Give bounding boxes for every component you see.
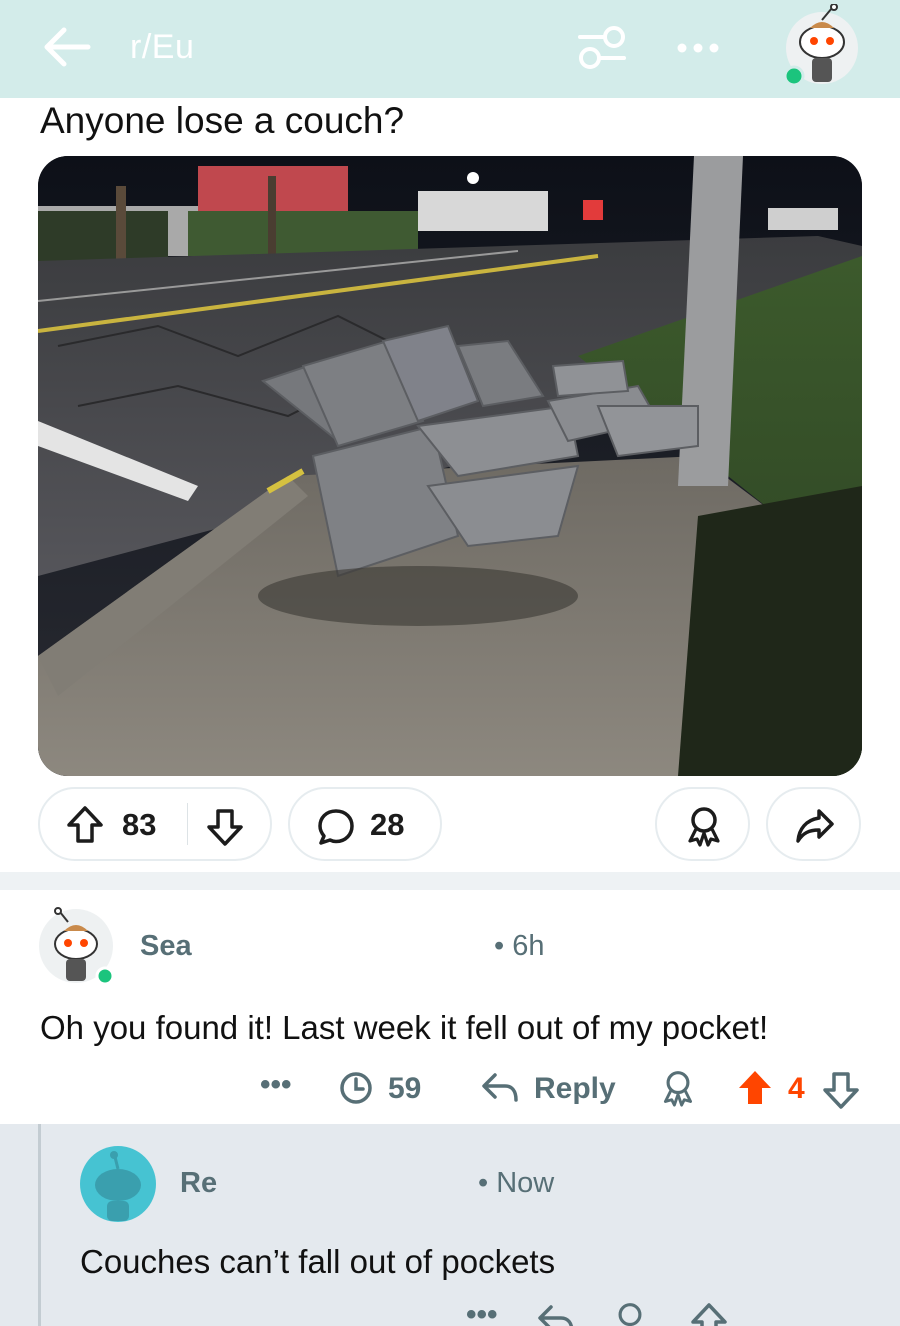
post-title[interactable]: Anyone lose a couch?	[40, 100, 404, 142]
comment-award-icon[interactable]	[660, 1068, 696, 1108]
views-count: 59	[388, 1072, 422, 1105]
comment-text: Oh you found it! Last week it fell out o…	[40, 1009, 769, 1046]
replier-avatar[interactable]	[79, 1145, 157, 1223]
post-image[interactable]	[38, 156, 862, 776]
commenter-username[interactable]: Sea	[140, 930, 192, 963]
filter-icon[interactable]	[574, 22, 630, 72]
award-icon	[688, 807, 720, 847]
reply-reply-icon[interactable]	[536, 1302, 576, 1326]
section-separator	[0, 872, 900, 890]
comment-count: 28	[370, 807, 405, 842]
comment-upvote-icon[interactable]	[736, 1068, 774, 1108]
reply-actions: •••	[0, 1296, 900, 1326]
comment-downvote-icon[interactable]	[822, 1070, 860, 1110]
share-button[interactable]	[766, 787, 861, 861]
reply-timestamp: • Now	[478, 1167, 555, 1199]
subreddit-name[interactable]: r/Eu	[130, 28, 194, 67]
comment-bubble-icon	[318, 809, 354, 845]
reply-arrow-icon[interactable]	[480, 1070, 520, 1106]
reply-text: Couches can’t fall out of pockets	[80, 1243, 556, 1280]
vote-control: 83	[38, 787, 272, 861]
upvote-icon[interactable]	[66, 805, 104, 845]
award-button[interactable]	[655, 787, 750, 861]
comment-actions: ••• 59 Reply 4	[0, 1060, 900, 1116]
views-clock-icon	[340, 1072, 372, 1104]
reply-more-button[interactable]: •••	[466, 1298, 498, 1326]
reply-button[interactable]: Reply	[534, 1072, 616, 1106]
comment-more-button[interactable]: •••	[260, 1068, 292, 1102]
reply-upvote-icon[interactable]	[690, 1302, 728, 1326]
top-bar: r/Eu	[0, 0, 900, 98]
couch-photo	[38, 156, 862, 776]
share-icon	[796, 809, 834, 843]
downvote-icon[interactable]	[206, 807, 244, 847]
replier-username[interactable]: Re	[180, 1167, 217, 1200]
user-avatar-icon[interactable]	[782, 4, 862, 88]
vote-divider	[187, 803, 188, 845]
reply-award-icon[interactable]	[612, 1300, 648, 1326]
comments-button[interactable]: 28	[288, 787, 442, 861]
upvote-count: 83	[122, 807, 157, 842]
comment-timestamp: • 6h	[494, 930, 545, 962]
more-dots-icon[interactable]	[674, 28, 722, 68]
commenter-avatar[interactable]	[38, 906, 116, 988]
comment-score: 4	[788, 1072, 805, 1105]
back-arrow-icon[interactable]	[38, 22, 94, 72]
